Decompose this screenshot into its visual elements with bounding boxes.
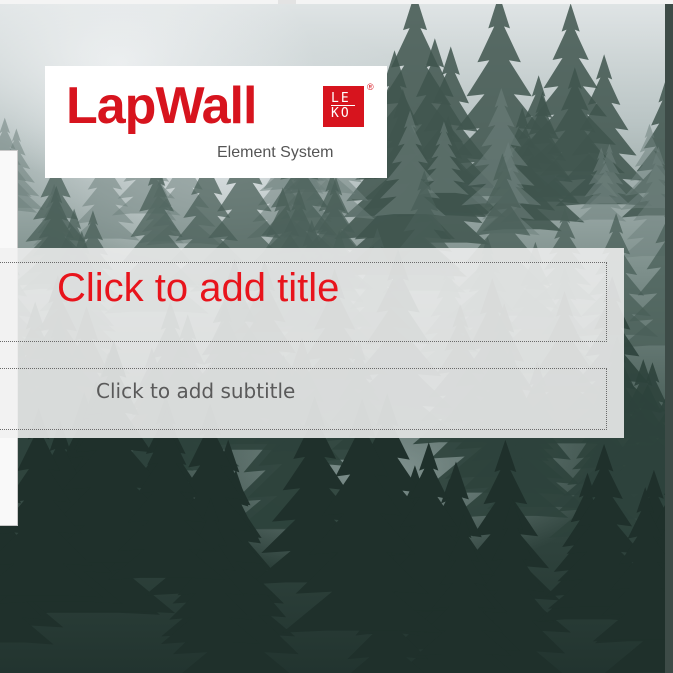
logo-wordmark: LapWall <box>66 77 257 135</box>
subtitle-placeholder-box[interactable] <box>0 368 607 430</box>
registered-mark: ® <box>367 82 374 92</box>
leko-badge-icon: LE KO <box>323 86 364 127</box>
slide-right-edge <box>665 4 673 673</box>
subtitle-placeholder-text[interactable]: Click to add subtitle <box>96 378 295 404</box>
leko-badge-bottom: KO <box>331 106 351 121</box>
lapwall-logo: LapWall LE KO ® Element System <box>45 66 387 178</box>
logo-tagline: Element System <box>217 144 334 161</box>
leko-badge-top: LE <box>331 91 351 106</box>
title-placeholder-text[interactable]: Click to add title <box>57 264 339 312</box>
